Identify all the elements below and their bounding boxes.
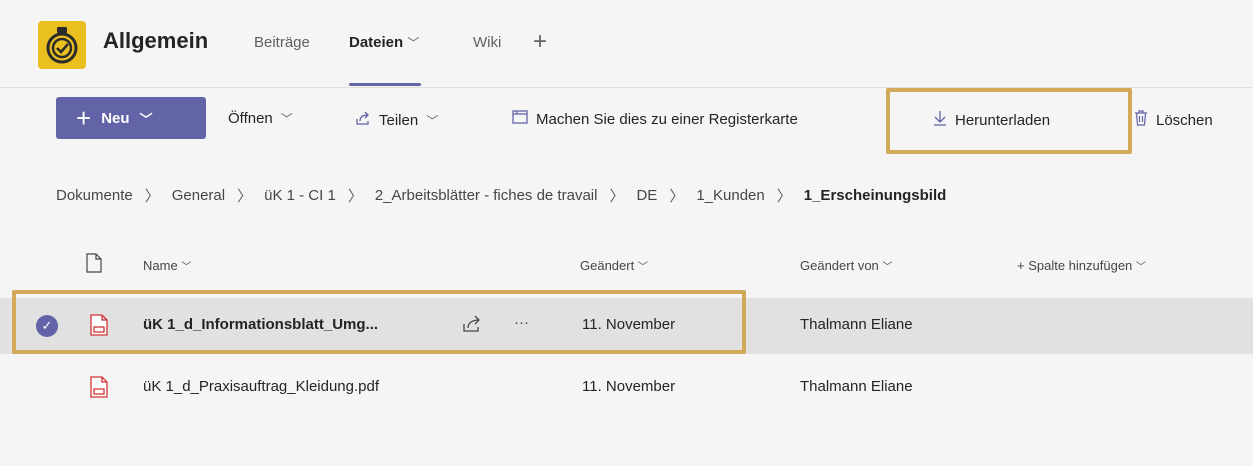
chevron-right-icon: 〉 [776,188,792,205]
make-tab-button[interactable]: Machen Sie dies zu einer Registerkarte [512,110,798,128]
new-button[interactable]: + Neu ﹀ [56,97,206,139]
pdf-file-icon [90,376,108,403]
chevron-down-icon: ﹀ [280,112,293,126]
share-label: Teilen [379,111,419,129]
chevron-down-icon: ﹀ [426,113,439,128]
download-label: Herunterladen [955,111,1051,129]
breadcrumb-item[interactable]: General [172,187,225,204]
tab-icon [512,110,528,128]
file-name[interactable]: üK 1_d_Praxisauftrag_Kleidung.pdf [143,378,379,395]
column-header-name[interactable]: Name ﹀ [143,258,191,273]
trash-icon [1134,110,1148,130]
chevron-right-icon: 〉 [144,188,160,205]
breadcrumb-item[interactable]: DE [636,187,657,204]
chevron-down-icon: ﹀ [181,262,192,273]
breadcrumb: Dokumente 〉 General 〉 üK 1 - CI 1 〉 2_Ar… [56,185,946,206]
tab-dateien[interactable]: Dateien ﹀ [349,34,419,51]
tab-beitraege[interactable]: Beiträge [254,34,310,51]
add-column-button[interactable]: + Spalte hinzufügen ﹀ [1017,258,1146,273]
open-button[interactable]: Öffnen ﹀ [228,110,293,127]
table-row[interactable]: üK 1_d_Praxisauftrag_Kleidung.pdf 11. No… [0,360,1253,416]
active-tab-indicator [349,83,421,86]
team-name: Allgemein [103,28,209,53]
share-icon [355,110,371,130]
delete-button[interactable]: Löschen [1134,110,1213,130]
column-header-modified-by[interactable]: Geändert von ﹀ [800,258,892,273]
column-header-modified-by-label: Geändert von [800,258,879,273]
column-header-modified[interactable]: Geändert ﹀ [580,258,648,273]
chevron-down-icon: ﹀ [882,262,893,273]
share-button[interactable]: Teilen ﹀ [355,110,438,130]
chevron-down-icon: ﹀ [139,111,153,127]
open-label: Öffnen [228,110,273,127]
modified-date: 11. November [582,378,676,395]
tab-wiki[interactable]: Wiki [473,34,501,51]
channel-header: Allgemein Beiträge Dateien ﹀ Wiki + [0,0,1253,88]
chevron-right-icon: 〉 [237,188,253,205]
chevron-right-icon: 〉 [609,188,625,205]
column-header-name-label: Name [143,258,178,273]
add-tab-button[interactable]: + [533,28,547,56]
add-column-label: + Spalte hinzufügen [1017,258,1133,273]
column-header-modified-label: Geändert [580,258,635,273]
download-icon [933,110,947,130]
breadcrumb-item[interactable]: 2_Arbeitsblätter - fiches de travail [375,187,598,204]
breadcrumb-item[interactable]: üK 1 - CI 1 [264,187,336,204]
team-logo-icon [38,21,86,69]
make-tab-label: Machen Sie dies zu einer Registerkarte [536,110,798,128]
delete-label: Löschen [1156,111,1213,129]
modified-by: Thalmann Eliane [800,378,913,395]
chevron-down-icon: ﹀ [407,36,420,50]
breadcrumb-current: 1_Erscheinungsbild [803,187,947,204]
download-button[interactable]: Herunterladen [933,110,1050,130]
plus-icon: + [76,103,92,133]
chevron-down-icon: ﹀ [1135,262,1146,273]
chevron-down-icon: ﹀ [637,262,648,273]
breadcrumb-item[interactable]: 1_Kunden [696,187,764,204]
new-button-label: Neu [101,109,130,127]
row-highlight [12,290,746,354]
modified-by: Thalmann Eliane [800,316,913,333]
chevron-right-icon: 〉 [669,188,685,205]
tab-dateien-label: Dateien [349,34,404,51]
breadcrumb-item[interactable]: Dokumente [56,187,133,204]
file-type-icon[interactable] [86,253,102,278]
chevron-right-icon: 〉 [347,188,363,205]
